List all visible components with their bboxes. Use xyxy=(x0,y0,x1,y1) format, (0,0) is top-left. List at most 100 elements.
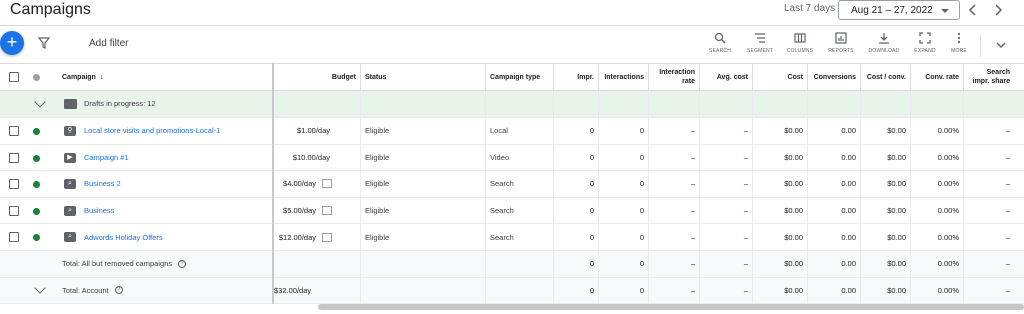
column-header-search-impr-share[interactable]: Search impr. share xyxy=(964,64,1014,90)
columns-tool-button[interactable]: COLUMNS xyxy=(780,32,820,54)
campaign-type-cell: Search xyxy=(486,171,554,197)
column-header-conversions[interactable]: Conversions xyxy=(808,64,861,90)
drafts-cell xyxy=(554,91,599,117)
column-header-cost-conv[interactable]: Cost / conv. xyxy=(861,64,911,90)
totals-avg-cost: – xyxy=(700,251,753,277)
row-checkbox[interactable] xyxy=(9,232,19,243)
frozen-column-divider[interactable] xyxy=(272,63,274,304)
campaign-name-link[interactable]: Business 2 xyxy=(80,171,274,197)
enabled-status-dot-icon[interactable] xyxy=(33,234,40,242)
table-row[interactable]: ⚲ Local store visits and promotions-Local… xyxy=(0,118,1024,145)
campaign-name-link[interactable]: Adwords Holiday Offers xyxy=(80,224,274,250)
expand-account-chevron-icon[interactable] xyxy=(34,281,46,294)
interaction-rate-cell: – xyxy=(649,118,700,144)
search-tool-label: SEARCH xyxy=(708,48,732,54)
budget-value: $1.00/day xyxy=(297,126,330,136)
column-header-impr[interactable]: Impr. xyxy=(554,64,599,90)
enabled-status-dot-icon[interactable] xyxy=(33,181,40,189)
search-tool-button[interactable]: SEARCH xyxy=(700,32,740,54)
page-header: Campaigns Last 7 days Aug 21 – 27, 2022 xyxy=(0,0,1024,26)
interactions-cell: 0 xyxy=(599,118,649,144)
avg-cost-cell: – xyxy=(700,171,753,197)
status-cell[interactable]: Eligible xyxy=(361,171,486,197)
enabled-status-dot-icon[interactable] xyxy=(33,154,40,162)
reports-tool-button[interactable]: REPORTS xyxy=(821,32,861,54)
column-header-conv-rate[interactable]: Conv. rate xyxy=(911,64,964,90)
budget-value: $4.00/day xyxy=(283,179,316,189)
toolbar-divider xyxy=(980,35,981,57)
download-tool-button[interactable]: DOWNLOAD xyxy=(864,32,904,54)
campaign-name-link[interactable]: Campaign #1 xyxy=(80,145,274,171)
chevron-right-icon xyxy=(995,4,1003,16)
cost-cell: $0.00 xyxy=(753,224,808,250)
budget-cell[interactable]: $10.00/day xyxy=(274,144,361,171)
column-header-campaign-type[interactable]: Campaign type xyxy=(486,64,554,90)
conv-rate-cell: 0.00% xyxy=(911,118,964,144)
search-icon xyxy=(714,32,726,44)
table-row[interactable]: ▶ Campaign #1 $10.00/day Eligible Video 0 0– – $… xyxy=(0,144,1024,172)
campaign-type-cell: Local xyxy=(486,118,554,144)
row-checkbox[interactable] xyxy=(9,179,19,190)
collapse-chevron-icon[interactable] xyxy=(996,40,1006,50)
sort-arrow-icon: ↓ xyxy=(99,73,104,81)
column-header-campaign[interactable]: Campaign ↓ xyxy=(58,64,274,90)
table-row[interactable]: ⌕ Business 2 $4.00/day Eligible Search 0 0– – $0… xyxy=(0,171,1024,198)
drafts-row[interactable]: Drafts in progress: 12 xyxy=(0,91,1024,118)
row-checkbox[interactable] xyxy=(9,205,19,216)
cost-cell: $0.00 xyxy=(753,144,808,171)
column-header-status[interactable]: Status xyxy=(361,64,486,90)
cost-conv-cell: $0.00 xyxy=(861,224,911,250)
next-period-button[interactable] xyxy=(990,2,1006,18)
totals-status xyxy=(361,277,486,303)
column-header-interaction-rate[interactable]: Interaction rate xyxy=(649,64,700,90)
date-range-picker[interactable]: Aug 21 – 27, 2022 xyxy=(838,0,960,20)
totals-budget xyxy=(274,251,361,277)
budget-chart-icon[interactable] xyxy=(322,179,332,189)
status-cell[interactable]: Eligible xyxy=(361,118,486,144)
expand-drafts-chevron-icon[interactable] xyxy=(34,96,46,108)
date-range-label: Last 7 days xyxy=(784,3,836,14)
budget-chart-icon[interactable] xyxy=(322,206,332,216)
budget-cell[interactable]: $1.00/day xyxy=(274,118,361,144)
download-tool-label: DOWNLOAD xyxy=(868,48,900,54)
chevron-left-icon xyxy=(968,4,976,16)
interaction-rate-cell: – xyxy=(649,171,700,197)
reports-tool-label: REPORTS xyxy=(828,48,854,54)
search-impr-share-cell: – xyxy=(1005,179,1010,189)
help-icon[interactable]: ? xyxy=(178,259,187,268)
totals-interactions: 0 xyxy=(599,277,649,303)
filter-icon[interactable] xyxy=(38,37,50,49)
campaign-name-link[interactable]: Business xyxy=(80,198,274,224)
table-row[interactable]: ⌕ Adwords Holiday Offers $12.00/day Eligibl… xyxy=(0,224,1024,251)
interaction-rate-cell: – xyxy=(649,224,700,250)
column-header-avg-cost[interactable]: Avg. cost xyxy=(700,64,753,90)
column-header-budget[interactable]: Budget xyxy=(274,64,361,90)
column-header-cost[interactable]: Cost xyxy=(753,64,808,90)
add-filter-button[interactable]: Add filter xyxy=(89,38,128,49)
budget-cell[interactable]: $12.00/day xyxy=(274,224,361,250)
row-checkbox[interactable] xyxy=(9,126,19,136)
budget-chart-icon[interactable] xyxy=(322,232,332,242)
select-all-checkbox[interactable] xyxy=(9,72,19,82)
budget-cell[interactable]: $5.00/day xyxy=(274,197,361,224)
budget-cell[interactable]: $4.00/day xyxy=(274,171,361,197)
horizontal-scrollbar[interactable] xyxy=(318,304,1024,310)
column-header-interactions[interactable]: Interactions xyxy=(599,64,649,90)
status-cell[interactable]: Eligible xyxy=(361,144,486,171)
more-tool-button[interactable]: MORE xyxy=(939,32,979,54)
add-campaign-button[interactable]: + xyxy=(0,31,24,55)
segment-tool-button[interactable]: SEGMENT xyxy=(740,32,780,54)
avg-cost-cell: – xyxy=(700,118,753,144)
enabled-status-dot-icon[interactable] xyxy=(33,207,40,215)
enabled-status-dot-icon[interactable] xyxy=(33,128,40,135)
table-row[interactable]: ⌕ Business $5.00/day Eligible Search 0 0– – $0.0… xyxy=(0,197,1024,225)
campaign-name-link[interactable]: Local store visits and promotions-Local-… xyxy=(80,118,274,144)
conversions-cell: 0.00 xyxy=(808,144,861,171)
previous-period-button[interactable] xyxy=(965,2,981,18)
status-cell[interactable]: Eligible xyxy=(361,224,486,250)
help-icon[interactable]: ? xyxy=(114,286,123,295)
status-cell[interactable]: Eligible xyxy=(361,197,486,224)
date-range-value: Aug 21 – 27, 2022 xyxy=(851,5,933,16)
row-checkbox[interactable] xyxy=(9,152,19,163)
drafts-cell xyxy=(274,91,361,117)
